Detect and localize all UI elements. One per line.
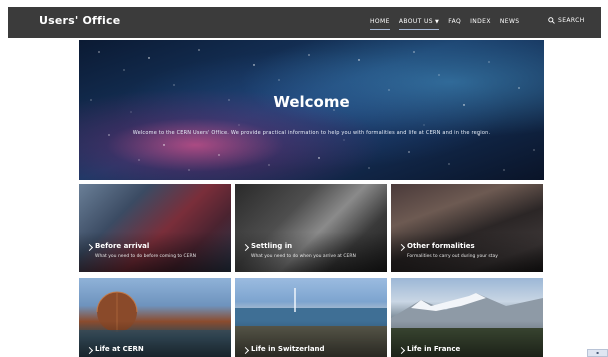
tile-title: Settling in xyxy=(251,242,293,250)
search-icon xyxy=(548,17,555,24)
nav-faq[interactable]: FAQ xyxy=(448,18,461,30)
tile-overlay xyxy=(235,232,387,272)
tile-title: Life in Switzerland xyxy=(251,345,325,353)
tile-life-at-cern[interactable]: Life at CERN xyxy=(79,278,231,357)
site-brand[interactable]: Users' Office xyxy=(39,14,120,27)
top-navigation-bar: Users' Office HOME ABOUT US ▼ FAQ INDEX N… xyxy=(8,7,601,38)
nav-home-label: HOME xyxy=(370,18,390,25)
tile-life-in-switzerland[interactable]: Life in Switzerland xyxy=(235,278,387,357)
tile-overlay xyxy=(391,232,543,272)
nav-faq-label: FAQ xyxy=(448,18,462,25)
nav-home[interactable]: HOME xyxy=(370,18,390,30)
nav-index[interactable]: INDEX xyxy=(470,18,491,30)
nav-about-us[interactable]: ABOUT US ▼ xyxy=(398,18,440,30)
tile-description: What you need to do when you arrive at C… xyxy=(251,254,356,259)
hero-subtitle: Welcome to the CERN Users' Office. We pr… xyxy=(132,130,491,136)
search-button[interactable]: SEARCH xyxy=(548,17,585,24)
hero-banner: Welcome Welcome to the CERN Users' Offic… xyxy=(79,40,544,180)
tile-settling-in[interactable]: Settling in What you need to do when you… xyxy=(235,184,387,272)
chevron-down-icon: ▼ xyxy=(435,19,440,25)
tile-title: Life at CERN xyxy=(95,345,144,353)
nav-news[interactable]: NEWS xyxy=(500,18,520,30)
tile-other-formalities[interactable]: Other formalities Formalities to carry o… xyxy=(391,184,543,272)
tile-title: Life in France xyxy=(407,345,461,353)
hero-title: Welcome xyxy=(273,93,350,111)
tile-overlay xyxy=(79,232,231,272)
corner-widget-icon[interactable]: ▪ xyxy=(587,349,608,357)
nav-news-label: NEWS xyxy=(499,18,520,25)
nav-index-label: INDEX xyxy=(470,18,491,25)
tile-before-arrival[interactable]: Before arrival What you need to do befor… xyxy=(79,184,231,272)
search-label: SEARCH xyxy=(558,17,585,24)
nav-about-us-label: ABOUT US xyxy=(398,18,434,25)
tile-description: Formalities to carry out during your sta… xyxy=(407,254,498,259)
tile-life-in-france[interactable]: Life in France xyxy=(391,278,543,357)
tile-title: Before arrival xyxy=(95,242,150,250)
tile-title: Other formalities xyxy=(407,242,475,250)
tile-description: What you need to do before coming to CER… xyxy=(95,254,196,259)
main-nav: HOME ABOUT US ▼ FAQ INDEX NEWS xyxy=(370,18,529,30)
